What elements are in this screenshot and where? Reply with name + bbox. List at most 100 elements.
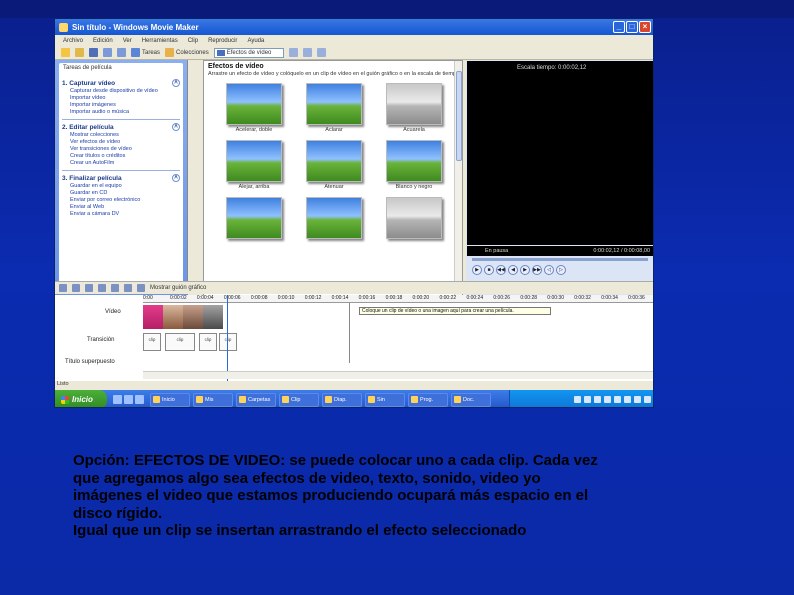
fast-forward-button[interactable]: ▶▶ [532,265,542,275]
rewind-button[interactable]: ◀◀ [496,265,506,275]
task-link[interactable]: Enviar al Web [70,204,180,210]
menu-ayuda[interactable]: Ayuda [247,38,264,44]
task-link[interactable]: Ver efectos de vídeo [70,139,180,145]
taskbar-task[interactable]: Sin [365,392,405,407]
storyboard-toggle[interactable]: Mostrar guión gráfico [150,285,206,291]
effect-thumbnail[interactable] [386,140,442,182]
tray-icon[interactable] [604,396,611,403]
effect-thumbnail[interactable] [386,197,442,239]
snapshot-button[interactable]: ▷ [556,265,566,275]
tray-icon[interactable] [634,396,641,403]
maximize-button[interactable]: □ [626,21,638,33]
collapse-icon[interactable]: ˄ [172,79,180,87]
tray-icon[interactable] [574,396,581,403]
audio-clip[interactable]: clip [199,333,217,351]
prev-frame-button[interactable]: ◀ [508,265,518,275]
tray-icon[interactable] [614,396,621,403]
audio-clip[interactable]: clip [143,333,161,351]
tray-icon[interactable] [584,396,591,403]
zoom-in-icon[interactable] [85,284,93,292]
timeline-scrollbar[interactable] [143,371,653,379]
task-link[interactable]: Enviar a cámara DV [70,211,180,217]
effect-item[interactable] [374,197,454,248]
play-timeline-icon[interactable] [124,284,132,292]
effect-thumbnail[interactable] [306,83,362,125]
quick-launch-icon[interactable] [124,395,133,404]
close-button[interactable]: × [639,21,651,33]
effect-thumbnail[interactable] [386,83,442,125]
up-folder-icon[interactable] [288,48,298,57]
task-link[interactable]: Capturar desde dispositivo de vídeo [70,88,180,94]
taskbar-task[interactable]: Carpetas [236,392,276,407]
task-link[interactable]: Importar imágenes [70,102,180,108]
tasks-button[interactable]: Tareas [131,48,160,57]
new-project-icon[interactable] [61,48,70,57]
tray-icon[interactable] [594,396,601,403]
effects-scrollbar[interactable] [454,61,462,296]
collection-dropdown[interactable]: Efectos de vídeo [213,47,284,58]
task-link[interactable]: Guardar en el equipo [70,183,180,189]
task-link[interactable]: Importar audio o música [70,109,180,115]
taskbar-task[interactable]: Prog. [408,392,448,407]
taskbar-task[interactable]: Doc. [451,392,491,407]
effect-item[interactable] [214,197,294,248]
effect-item[interactable] [294,197,374,248]
collections-button[interactable]: Colecciones [165,48,209,57]
start-button[interactable]: Inicio [55,390,107,407]
seek-bar[interactable] [472,258,648,261]
effect-thumbnail[interactable] [306,140,362,182]
redo-icon[interactable] [117,48,126,57]
new-folder-icon[interactable] [302,48,312,57]
menu-edicion[interactable]: Edición [93,38,113,44]
zoom-out-icon[interactable] [98,284,106,292]
task-link[interactable]: Importar vídeo [70,95,180,101]
rewind-timeline-icon[interactable] [111,284,119,292]
audio-clip[interactable]: clip [219,333,237,351]
audio-levels-icon[interactable] [72,284,80,292]
undo-icon[interactable] [103,48,112,57]
effect-item[interactable]: Acelerar, doble [214,83,294,134]
playhead[interactable] [227,295,228,381]
save-project-icon[interactable] [89,48,98,57]
effect-item[interactable]: Blanco y negro [374,140,454,191]
menu-ver[interactable]: Ver [123,38,132,44]
quick-launch-icon[interactable] [113,395,122,404]
menu-reproducir[interactable]: Reproducir [208,38,237,44]
section-finish-header[interactable]: 3. Finalizar película ˄ [62,174,180,182]
section-edit-header[interactable]: 2. Editar película ˄ [62,123,180,131]
tray-icon[interactable] [644,396,651,403]
section-capture-header[interactable]: 1. Capturar vídeo ˄ [62,79,180,87]
effect-thumbnail[interactable] [306,197,362,239]
stop-button[interactable]: ■ [484,265,494,275]
taskbar-task[interactable]: Clip [279,392,319,407]
audio-clip[interactable]: clip [165,333,195,351]
task-link[interactable]: Guardar en CD [70,190,180,196]
scroll-thumb[interactable] [456,71,462,161]
video-clip[interactable] [183,305,203,329]
video-clip[interactable] [163,305,183,329]
menu-archivo[interactable]: Archivo [63,38,83,44]
play-button[interactable]: ▶ [472,265,482,275]
effect-thumbnail[interactable] [226,197,282,239]
effect-item[interactable]: Aclarar [294,83,374,134]
task-link[interactable]: Enviar por correo electrónico [70,197,180,203]
storyboard-icon[interactable] [137,284,145,292]
task-link[interactable]: Ver transiciones de vídeo [70,146,180,152]
menu-clip[interactable]: Clip [188,38,198,44]
taskbar-task[interactable]: Diap. [322,392,362,407]
effect-item[interactable]: Atenuar [294,140,374,191]
split-clip-button[interactable]: ◁ [544,265,554,275]
video-clip[interactable] [143,305,163,329]
collapse-icon[interactable]: ˄ [172,123,180,131]
task-link[interactable]: Crear un AutoFilm [70,160,180,166]
task-link[interactable]: Crear títulos o créditos [70,153,180,159]
taskbar-task[interactable]: Inicio [150,392,190,407]
view-options-icon[interactable] [316,48,326,57]
taskbar-task[interactable]: Mis [193,392,233,407]
next-frame-button[interactable]: ▶ [520,265,530,275]
task-link[interactable]: Mostrar colecciones [70,132,180,138]
minimize-button[interactable]: _ [613,21,625,33]
tray-icon[interactable] [624,396,631,403]
narrate-icon[interactable] [59,284,67,292]
menu-herramientas[interactable]: Herramientas [142,38,178,44]
